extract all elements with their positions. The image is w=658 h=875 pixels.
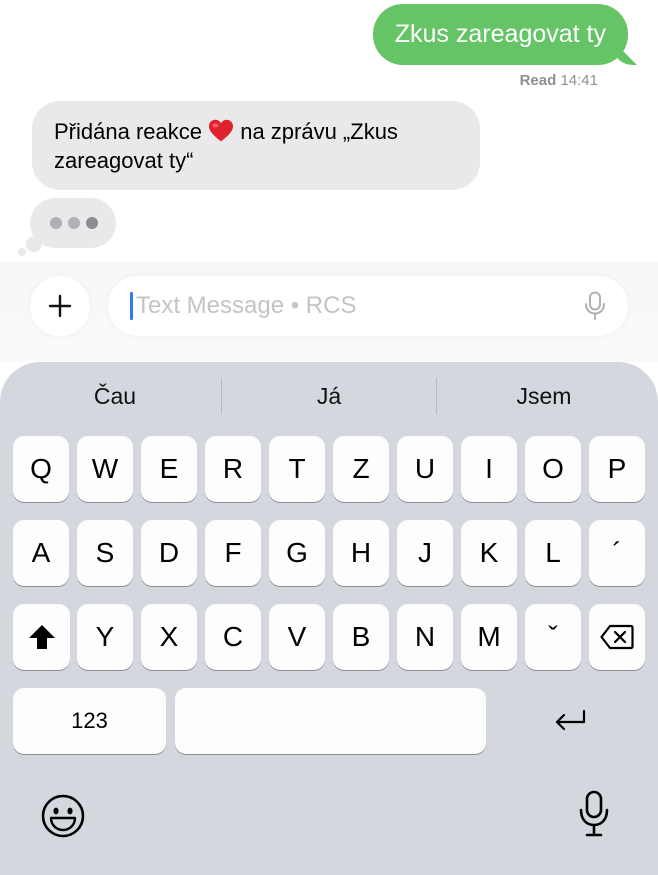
key[interactable]: D <box>141 520 197 586</box>
suggestion-item[interactable]: Já <box>229 376 429 416</box>
message-composer <box>0 262 658 362</box>
red-heart-emoji-icon <box>209 119 234 142</box>
outgoing-message-text: Zkus zareagovat ty <box>394 20 606 48</box>
backspace-icon <box>600 624 634 650</box>
key[interactable]: K <box>461 520 517 586</box>
outgoing-message-bubble[interactable]: Zkus zareagovat ty <box>372 4 628 65</box>
plus-icon <box>48 294 72 318</box>
key[interactable]: ´ <box>589 520 645 586</box>
dictation-microphone-icon[interactable] <box>578 790 610 838</box>
key[interactable]: A <box>13 520 69 586</box>
key[interactable]: O <box>525 436 581 502</box>
suggestion-divider <box>221 378 222 414</box>
emoji-icon[interactable] <box>40 793 86 839</box>
key[interactable]: C <box>205 604 261 670</box>
text-caret <box>130 292 133 320</box>
return-key[interactable] <box>495 688 645 754</box>
typing-indicator-tail <box>18 248 26 256</box>
key[interactable]: U <box>397 436 453 502</box>
key[interactable]: B <box>333 604 389 670</box>
key[interactable]: S <box>77 520 133 586</box>
key[interactable]: W <box>77 436 133 502</box>
key[interactable]: E <box>141 436 197 502</box>
key[interactable]: M <box>461 604 517 670</box>
key[interactable]: T <box>269 436 325 502</box>
typing-dot <box>68 217 80 229</box>
key[interactable]: G <box>269 520 325 586</box>
delete-key[interactable] <box>589 604 645 670</box>
message-thread: Zkus zareagovat ty Read 14:41 Přidána re… <box>0 0 658 265</box>
key[interactable]: Q <box>13 436 69 502</box>
read-receipt: Read 14:41 <box>520 72 598 89</box>
typing-indicator <box>30 198 116 248</box>
suggestion-divider <box>436 378 437 414</box>
typing-dot <box>86 217 98 229</box>
key[interactable]: Y <box>77 604 133 670</box>
return-icon <box>555 709 586 731</box>
key[interactable]: ˇ <box>525 604 581 670</box>
key[interactable]: V <box>269 604 325 670</box>
typing-dot <box>50 217 62 229</box>
shift-key[interactable] <box>13 604 70 670</box>
message-input[interactable] <box>136 276 556 336</box>
read-receipt-time: 14:41 <box>560 72 598 89</box>
key[interactable]: P <box>589 436 645 502</box>
key[interactable]: I <box>461 436 517 502</box>
message-input-container[interactable] <box>108 276 628 336</box>
suggestion-item[interactable]: Čau <box>15 376 215 416</box>
microphone-icon[interactable] <box>584 291 606 321</box>
key[interactable]: L <box>525 520 581 586</box>
key[interactable]: J <box>397 520 453 586</box>
predictive-bar: Čau Já Jsem <box>0 362 658 432</box>
key[interactable]: N <box>397 604 453 670</box>
key[interactable]: F <box>205 520 261 586</box>
numbers-key[interactable]: 123 <box>13 688 166 754</box>
read-receipt-label: Read <box>519 72 557 89</box>
incoming-message-bubble[interactable]: Přidána reakce na zprávu „Zkus zareagova… <box>32 101 480 190</box>
key[interactable]: R <box>205 436 261 502</box>
incoming-message-text-start: Přidána reakce <box>54 119 209 144</box>
key[interactable]: H <box>333 520 389 586</box>
keyboard: Čau Já Jsem 123 Q W E R T Z U I O P A S D F G H J K L ´ Y <box>0 362 658 875</box>
suggestion-item[interactable]: Jsem <box>444 376 644 416</box>
shift-icon <box>28 625 55 649</box>
key[interactable]: Z <box>333 436 389 502</box>
space-key[interactable] <box>175 688 486 754</box>
typing-indicator-tail <box>26 236 42 252</box>
add-attachment-button[interactable] <box>30 276 90 336</box>
key[interactable]: X <box>141 604 197 670</box>
